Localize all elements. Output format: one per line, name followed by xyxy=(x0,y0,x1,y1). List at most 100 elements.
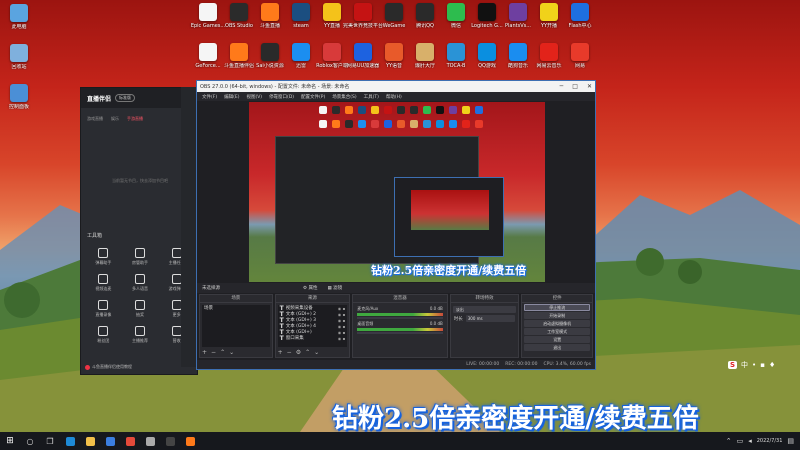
tool-item[interactable]: 多人语音 xyxy=(122,274,159,292)
duration-label: 时长 xyxy=(453,316,463,322)
tool-item[interactable]: 抽奖 xyxy=(122,300,159,318)
obs-icon[interactable] xyxy=(160,432,180,450)
desktop-shortcut[interactable]: 网易 xyxy=(561,43,599,81)
qq-icon xyxy=(416,3,434,21)
control-button[interactable]: 启动虚拟摄像机 xyxy=(524,320,590,327)
visibility-icon[interactable]: ◉ ▪ xyxy=(338,312,347,317)
maximize-icon[interactable]: □ xyxy=(572,83,578,90)
control-button[interactable]: 开始录制 xyxy=(524,312,590,319)
steam-icon xyxy=(292,3,310,21)
menu-item[interactable]: 编辑(E) xyxy=(224,94,239,100)
mixer-channel: 麦克风/Aux 0.0 dB xyxy=(355,305,445,320)
remove-scene-icon[interactable]: − xyxy=(211,349,216,356)
tray-arrow-icon[interactable]: ⌃ xyxy=(726,437,732,445)
menu-item[interactable]: 场景集合(S) xyxy=(332,94,356,100)
clock[interactable]: 2022/7/31 xyxy=(757,438,783,445)
add-scene-icon[interactable]: + xyxy=(202,349,207,356)
tool-item[interactable]: 弹幕助手 xyxy=(85,248,122,266)
ime-mode[interactable]: 中 xyxy=(741,360,748,370)
obs-preview[interactable]: 钻粉2.5倍亲密度开通/续费五倍 xyxy=(249,102,545,282)
transition-select[interactable]: 淡出 xyxy=(452,306,517,313)
version-badge[interactable]: 标准版 xyxy=(115,94,136,102)
remove-source-icon[interactable]: − xyxy=(287,349,292,356)
rec-status: REC: 00:00:00 xyxy=(505,362,538,367)
obs-statusbar: LIVE: 00:00:00 REC: 00:00:00 CPU: 3.4%, … xyxy=(197,360,595,369)
douyu-icon[interactable] xyxy=(180,432,200,450)
tool-item[interactable]: 主播推荐 xyxy=(122,326,159,344)
tab-mobile-live[interactable]: 手游直播 xyxy=(127,116,143,122)
tool-item[interactable]: 视频连麦 xyxy=(85,274,122,292)
desktop-shortcut[interactable]: 此电脑 xyxy=(0,4,38,42)
desktop-shortcut[interactable]: 控制面板 xyxy=(0,84,38,122)
desktop-shortcut[interactable]: Flash中心 xyxy=(561,3,599,41)
network-icon[interactable]: ▭ xyxy=(737,437,744,445)
chrome-icon[interactable] xyxy=(120,432,140,450)
visibility-icon[interactable]: ◉ ▪ xyxy=(338,318,347,323)
file-icon xyxy=(199,3,217,21)
menu-item[interactable]: 视图(V) xyxy=(246,94,262,100)
visibility-icon[interactable]: ◉ ▪ xyxy=(338,324,347,329)
volume-slider[interactable] xyxy=(357,332,443,334)
tool-item[interactable]: 房管助手 xyxy=(122,248,159,266)
scene-item[interactable]: 场景 xyxy=(202,305,270,311)
filters-button[interactable]: ▦ 滤镜 xyxy=(327,285,342,291)
mixer-channel: 桌面音频 0.0 dB xyxy=(355,320,445,335)
sogou-icon[interactable]: S xyxy=(728,361,738,369)
visibility-icon[interactable]: ◉ ▪ xyxy=(338,330,347,335)
obs-title: OBS 27.0.0 (64-bit, windows) - 配置文件: 未命名… xyxy=(200,84,350,90)
control-button[interactable]: 退出 xyxy=(524,344,590,351)
store-icon[interactable] xyxy=(100,432,120,450)
duration-input[interactable]: 300 ms xyxy=(465,315,516,322)
tutorial-link[interactable]: 斗鱼直播伴侣使用教程 xyxy=(85,364,132,370)
skin-icon[interactable]: ♦ xyxy=(769,361,775,369)
notification-icon[interactable]: ▤ xyxy=(787,437,794,445)
menu-item[interactable]: 帮助(H) xyxy=(386,94,402,100)
task-view-icon[interactable]: ❐ xyxy=(40,432,60,450)
volume-icon[interactable]: ◂ xyxy=(748,437,752,445)
visibility-icon[interactable]: ◉ ▪ xyxy=(338,306,347,311)
tool-item[interactable]: 直播录像 xyxy=(85,300,122,318)
close-icon[interactable]: ✕ xyxy=(587,83,592,90)
scene-down-icon[interactable]: ⌄ xyxy=(229,349,234,356)
visibility-icon[interactable]: ◉ ▪ xyxy=(338,336,347,341)
source-settings-icon[interactable]: ⚙ xyxy=(296,349,301,356)
desktop-shortcut[interactable]: 回收站 xyxy=(0,44,38,82)
tab-game-live[interactable]: 游戏直播 xyxy=(87,116,103,122)
tab-entertainment[interactable]: 娱乐 xyxy=(111,116,119,122)
control-button[interactable]: 设置 xyxy=(524,336,590,343)
add-source-icon[interactable]: + xyxy=(278,349,283,356)
source-up-icon[interactable]: ⌃ xyxy=(305,349,310,356)
properties-button[interactable]: ⚙ 属性 xyxy=(303,285,317,291)
volume-slider[interactable] xyxy=(357,317,443,319)
preview-qq-game-icon xyxy=(436,120,444,128)
search-icon[interactable]: ○ xyxy=(20,432,40,450)
scene-up-icon[interactable]: ⌃ xyxy=(220,349,225,356)
tool-item[interactable]: 粉丝团 xyxy=(85,326,122,344)
settings-icon[interactable] xyxy=(140,432,160,450)
start-icon[interactable]: ⊞ xyxy=(0,432,20,450)
minimize-icon[interactable]: ─ xyxy=(560,83,564,90)
explorer-icon[interactable] xyxy=(80,432,100,450)
menu-item[interactable]: 工具(T) xyxy=(364,94,379,100)
menu-item[interactable]: 停靠窗口(D) xyxy=(269,94,294,100)
menu-item[interactable]: 配置文件(P) xyxy=(301,94,325,100)
tool-label: 直播录像 xyxy=(95,312,112,317)
control-button[interactable]: 工作室模式 xyxy=(524,328,590,335)
toca-icon xyxy=(447,43,465,61)
menu-item[interactable]: 文件(F) xyxy=(202,94,217,100)
xunlei-icon xyxy=(292,43,310,61)
edge-icon[interactable] xyxy=(60,432,80,450)
file-icon xyxy=(199,43,217,61)
source-item[interactable]: T 窗口采集 ◉ ▪ xyxy=(278,334,348,342)
control-button[interactable]: 停止推流 xyxy=(524,304,590,311)
preview-steam-icon xyxy=(358,106,366,114)
preview-wechat-icon xyxy=(423,106,431,114)
preview-netease-icon xyxy=(475,120,483,128)
mic-icon[interactable]: • xyxy=(752,361,756,369)
yy-live-icon xyxy=(540,3,558,21)
flash-icon xyxy=(571,3,589,21)
source-down-icon[interactable]: ⌄ xyxy=(314,349,319,356)
source-type-icon: T xyxy=(279,334,284,342)
duration-row: 时长 300 ms xyxy=(451,314,519,323)
keyboard-icon[interactable]: ▪ xyxy=(760,361,765,369)
